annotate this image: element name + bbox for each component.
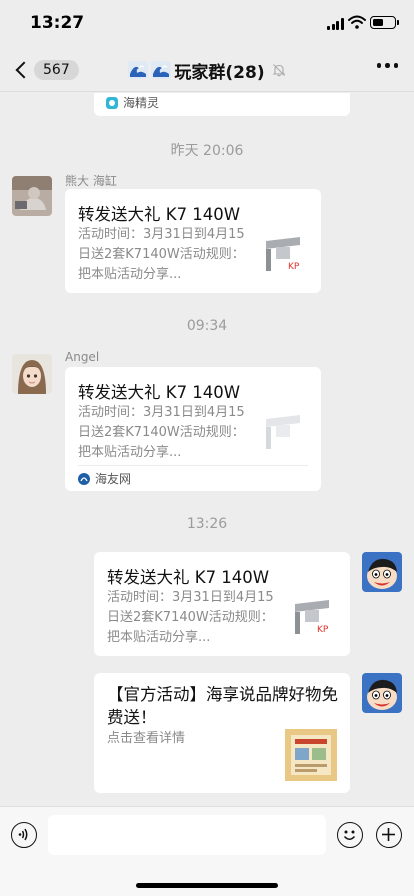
card-description: 活动时间：3月31日到4月15日送2套K7140W活动规则：把本贴活动分享...: [78, 227, 245, 282]
card-thumbnail: KP: [289, 594, 337, 642]
svg-text:KP: KP: [317, 625, 329, 635]
chat-header: 567 玩家群(28): [0, 48, 414, 92]
chevron-left-icon: [15, 61, 33, 79]
avatar-photo: [362, 673, 402, 713]
status-time: 13:27: [30, 13, 85, 33]
card-source-label: 海精灵: [123, 96, 160, 110]
link-card[interactable]: 转发送大礼 K7 140W 活动时间：3月31日到4月15日送2套K7140W活…: [65, 367, 321, 491]
avatar[interactable]: [12, 176, 52, 216]
svg-text:KP: KP: [288, 262, 300, 272]
card-thumbnail: KP: [260, 231, 308, 279]
battery-icon: [370, 16, 399, 29]
timestamp: 13:26: [186, 516, 228, 532]
card-title: 转发送大礼 K7 140W: [78, 205, 241, 224]
cellular-signal-icon: [327, 18, 345, 30]
card-source-label: 海友网: [95, 472, 132, 486]
app-source-icon: [78, 472, 90, 485]
avatar[interactable]: [12, 354, 52, 394]
mute-bell-icon: [272, 64, 285, 77]
home-indicator: [136, 883, 278, 888]
card-thumbnail: [260, 409, 308, 457]
wave-icon: [151, 61, 172, 79]
timestamp: 昨天 20:06: [170, 143, 244, 159]
avatar-photo: [12, 354, 52, 394]
link-card[interactable]: 【官方活动】海享说品牌好物免费送！ 点击查看详情: [94, 673, 350, 793]
sender-name: Angel: [65, 350, 100, 364]
avatar-photo: [12, 176, 52, 216]
emoji-icon[interactable]: [337, 822, 363, 848]
card-title: 【官方活动】海享说品牌好物免费送！: [107, 685, 338, 727]
my-avatar[interactable]: [362, 673, 402, 713]
app-source-icon: [106, 96, 118, 109]
card-description: 点击查看详情: [107, 731, 186, 746]
chat-title-text: 玩家群(28): [174, 62, 265, 83]
link-card-partial[interactable]: 海精灵: [94, 93, 350, 116]
back-button[interactable]: 567: [12, 57, 79, 83]
voice-icon[interactable]: [11, 822, 37, 848]
input-bar: [0, 806, 414, 896]
my-avatar[interactable]: [362, 552, 402, 592]
sender-name: 熊大 海缸: [65, 174, 117, 188]
card-title: 转发送大礼 K7 140W: [107, 568, 270, 587]
plus-icon[interactable]: [376, 822, 402, 848]
card-thumbnail: [285, 729, 337, 781]
more-options-button[interactable]: [376, 63, 398, 68]
message-list[interactable]: 海精灵 昨天 20:06 熊大 海缸 转发送大礼 K7 140W 活动时间：3月…: [0, 93, 414, 806]
wifi-icon: [348, 15, 366, 29]
link-card[interactable]: 转发送大礼 K7 140W 活动时间：3月31日到4月15日送2套K7140W活…: [65, 189, 321, 293]
wave-icon: [128, 61, 149, 79]
avatar-photo: [362, 552, 402, 592]
timestamp: 09:34: [186, 318, 228, 334]
chat-title: 玩家群(28): [128, 58, 285, 83]
message-input[interactable]: [48, 815, 326, 855]
status-bar: 13:27: [0, 0, 414, 48]
unread-count-badge: 567: [34, 60, 79, 80]
link-card[interactable]: 转发送大礼 K7 140W 活动时间：3月31日到4月15日送2套K7140W活…: [94, 552, 350, 656]
card-title: 转发送大礼 K7 140W: [78, 383, 241, 402]
card-description: 活动时间：3月31日到4月15日送2套K7140W活动规则：把本贴活动分享...: [78, 405, 245, 460]
card-description: 活动时间：3月31日到4月15日送2套K7140W活动规则：把本贴活动分享...: [107, 590, 274, 645]
